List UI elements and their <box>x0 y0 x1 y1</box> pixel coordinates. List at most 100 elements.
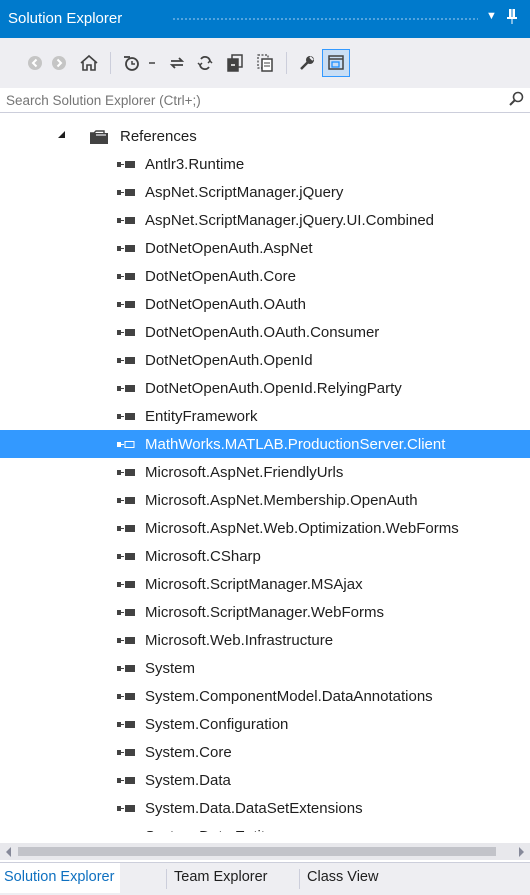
refresh-button[interactable] <box>192 49 218 77</box>
assembly-reference-icon <box>117 161 135 168</box>
assembly-reference-icon <box>117 637 135 644</box>
tree-node-label: Microsoft.AspNet.Membership.OpenAuth <box>145 492 418 509</box>
tree-node-reference[interactable]: System.Data.Entity <box>0 822 530 832</box>
home-icon <box>80 54 98 71</box>
assembly-reference-icon <box>117 189 135 196</box>
collapse-all-button[interactable] <box>222 49 248 77</box>
preview-icon <box>328 55 344 70</box>
assembly-reference-icon <box>117 329 135 336</box>
tree-node-reference[interactable]: Microsoft.ScriptManager.MSAjax <box>0 570 530 598</box>
search-box <box>0 88 530 113</box>
window-title: Solution Explorer <box>8 10 123 27</box>
tree-node-label: Microsoft.AspNet.Web.Optimization.WebFor… <box>145 520 459 537</box>
search-input[interactable] <box>6 90 496 110</box>
tree-node-label: System.Data.DataSetExtensions <box>145 800 363 817</box>
tree-node-label: Microsoft.CSharp <box>145 548 261 565</box>
tree-node-label: System.Data <box>145 772 231 789</box>
tree-node-reference[interactable]: AspNet.ScriptManager.jQuery <box>0 178 530 206</box>
search-icon[interactable] <box>508 91 524 107</box>
tree-node-label: References <box>120 128 197 145</box>
expand-collapse-triangle-icon[interactable] <box>58 131 65 138</box>
tree-node-label: Microsoft.Web.Infrastructure <box>145 632 334 649</box>
tree-node-reference[interactable]: Microsoft.AspNet.FriendlyUrls <box>0 458 530 486</box>
pending-changes-filter-button[interactable] <box>118 49 144 77</box>
tree-node-reference[interactable]: System <box>0 654 530 682</box>
tree-node-label: DotNetOpenAuth.Core <box>145 268 296 285</box>
window-position-dropdown-icon[interactable]: ▼ <box>486 10 497 22</box>
tree-node-reference-selected[interactable]: MathWorks.MATLAB.ProductionServer.Client <box>0 430 530 458</box>
tree-node-label: MathWorks.MATLAB.ProductionServer.Client <box>145 436 446 453</box>
assembly-reference-icon <box>117 721 135 728</box>
refresh-icon <box>197 56 213 70</box>
collapse-all-icon <box>227 54 243 72</box>
tree-node-reference[interactable]: System.ComponentModel.DataAnnotations <box>0 682 530 710</box>
assembly-reference-icon <box>117 805 135 812</box>
tree-node-label: System.ComponentModel.DataAnnotations <box>145 688 433 705</box>
tree-node-label: DotNetOpenAuth.OpenId <box>145 352 313 369</box>
assembly-reference-icon <box>117 217 135 224</box>
tab-class-view[interactable]: Class View <box>307 863 378 893</box>
scroll-left-arrow-icon[interactable] <box>6 847 11 857</box>
toolbar <box>0 38 530 88</box>
tree-node-reference[interactable]: Microsoft.Web.Infrastructure <box>0 626 530 654</box>
tree-node-label: DotNetOpenAuth.OpenId.RelyingParty <box>145 380 402 397</box>
tool-window-tabs: Solution Explorer Team Explorer Class Vi… <box>0 862 530 895</box>
tree-node-label: Microsoft.AspNet.FriendlyUrls <box>145 464 344 481</box>
sync-with-active-document-button[interactable] <box>164 49 190 77</box>
drag-grip[interactable] <box>172 17 478 22</box>
tree-node-reference[interactable]: Microsoft.AspNet.Membership.OpenAuth <box>0 486 530 514</box>
tree-node-reference[interactable]: DotNetOpenAuth.OpenId.RelyingParty <box>0 374 530 402</box>
sync-arrows-icon <box>169 57 185 69</box>
tree-node-label: AspNet.ScriptManager.jQuery.UI.Combined <box>145 212 435 229</box>
horizontal-scrollbar[interactable] <box>0 843 530 860</box>
tree-node-references[interactable]: References <box>0 122 530 150</box>
scroll-right-arrow-icon[interactable] <box>519 847 524 857</box>
properties-button[interactable] <box>294 49 320 77</box>
assembly-reference-icon <box>117 665 135 672</box>
tree-node-reference[interactable]: System.Configuration <box>0 710 530 738</box>
tree-node-reference[interactable]: System.Data.DataSetExtensions <box>0 794 530 822</box>
tree-node-label: Antlr3.Runtime <box>145 156 245 173</box>
tree-node-reference[interactable]: System.Data <box>0 766 530 794</box>
wrench-icon <box>300 56 314 70</box>
assembly-reference-icon <box>117 693 135 700</box>
tree-node-label: Microsoft.ScriptManager.MSAjax <box>145 576 363 593</box>
tree-node-label: Microsoft.ScriptManager.WebForms <box>145 604 384 621</box>
tab-solution-explorer[interactable]: Solution Explorer <box>0 863 121 893</box>
preview-selected-items-button[interactable] <box>322 49 350 77</box>
show-all-files-button[interactable] <box>252 49 278 77</box>
tree-node-reference[interactable]: DotNetOpenAuth.Core <box>0 262 530 290</box>
tree-node-reference[interactable]: Microsoft.CSharp <box>0 542 530 570</box>
assembly-reference-icon <box>117 273 135 280</box>
tree-node-reference[interactable]: DotNetOpenAuth.OAuth <box>0 290 530 318</box>
assembly-reference-icon <box>117 497 135 504</box>
tree-node-label: EntityFramework <box>145 408 258 425</box>
tree-node-label: System.Data.Entity <box>145 828 273 832</box>
tree-node-reference[interactable]: Antlr3.Runtime <box>0 150 530 178</box>
auto-hide-pin-icon[interactable] <box>506 8 518 28</box>
home-button[interactable] <box>76 49 102 77</box>
references-folder-icon <box>90 130 108 144</box>
assembly-reference-icon <box>117 749 135 756</box>
filter-dropdown-button[interactable] <box>144 49 160 77</box>
assembly-reference-icon <box>117 525 135 532</box>
tree-node-label: DotNetOpenAuth.OAuth <box>145 296 306 313</box>
tree-node-reference[interactable]: System.Core <box>0 738 530 766</box>
tab-team-explorer[interactable]: Team Explorer <box>174 863 267 893</box>
tree-node-label: AspNet.ScriptManager.jQuery <box>145 184 344 201</box>
back-button[interactable] <box>24 49 46 77</box>
tree-node-label: DotNetOpenAuth.AspNet <box>145 240 313 257</box>
assembly-reference-icon <box>117 777 135 784</box>
assembly-reference-icon <box>117 581 135 588</box>
tree-node-reference[interactable]: Microsoft.ScriptManager.WebForms <box>0 598 530 626</box>
tree-node-reference[interactable]: DotNetOpenAuth.OAuth.Consumer <box>0 318 530 346</box>
forward-button[interactable] <box>48 49 70 77</box>
tree-node-label: System <box>145 660 196 677</box>
tree-node-reference[interactable]: DotNetOpenAuth.AspNet <box>0 234 530 262</box>
tree-node-reference[interactable]: EntityFramework <box>0 402 530 430</box>
tree-node-reference[interactable]: AspNet.ScriptManager.jQuery.UI.Combined <box>0 206 530 234</box>
assembly-reference-icon <box>117 301 135 308</box>
tree-node-reference[interactable]: Microsoft.AspNet.Web.Optimization.WebFor… <box>0 514 530 542</box>
tree-node-reference[interactable]: DotNetOpenAuth.OpenId <box>0 346 530 374</box>
scrollbar-thumb[interactable] <box>18 847 496 856</box>
